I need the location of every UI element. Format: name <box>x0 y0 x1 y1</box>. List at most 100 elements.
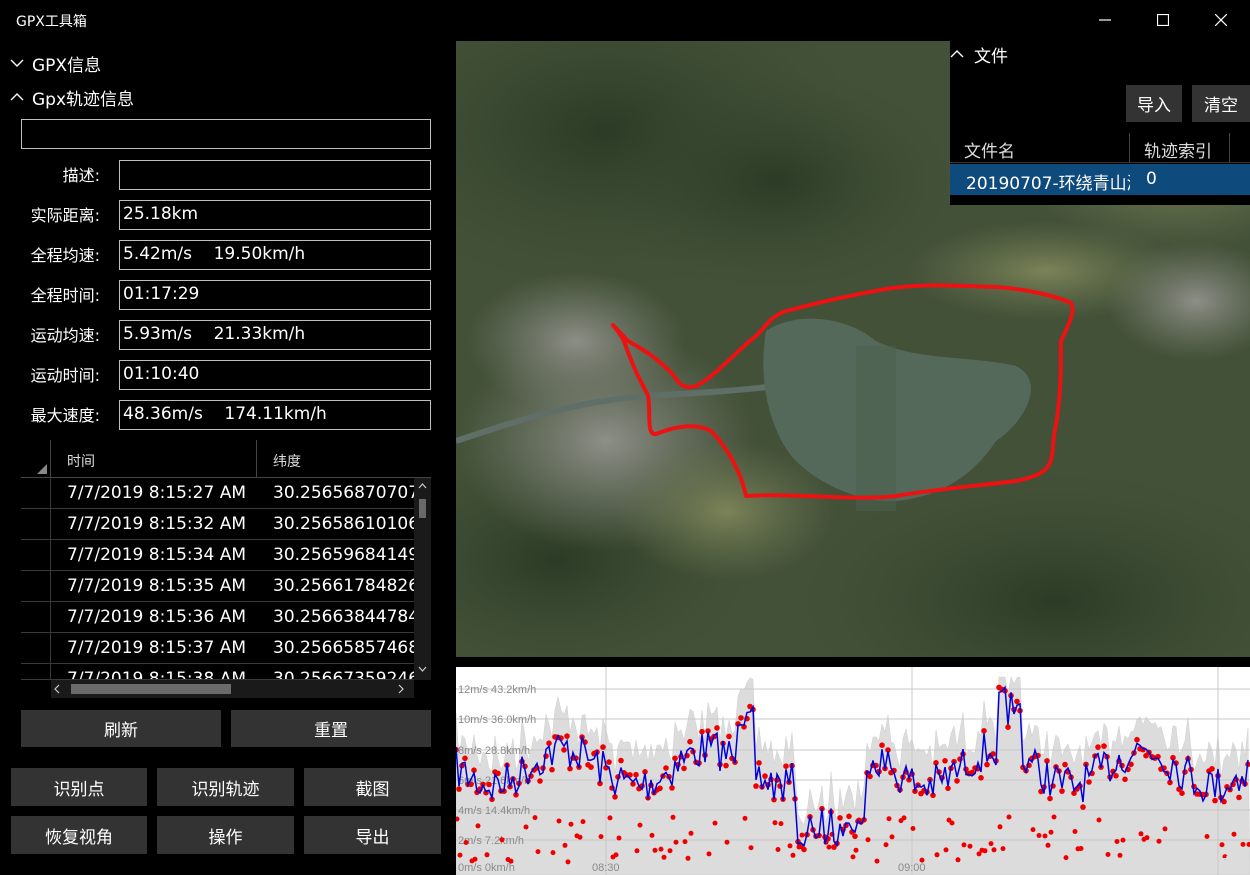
screenshot-button[interactable]: 截图 <box>304 768 441 806</box>
y-tick-label: 8m/s 28.8km/h <box>458 745 530 757</box>
speed-point <box>967 843 973 849</box>
total-time-field[interactable]: 01:17:29 <box>119 280 431 310</box>
files-expander[interactable]: 文件 <box>950 41 1008 67</box>
row-time: 7/7/2019 8:15:37 AM <box>67 638 246 658</box>
table-row[interactable]: 7/7/2019 8:15:34 AM 30.25659684149 <box>21 540 431 571</box>
y-tick-label: 4m/s 14.4km/h <box>458 805 530 817</box>
speed-point <box>1006 814 1012 820</box>
speed-point <box>778 821 784 827</box>
speed-point <box>945 785 951 792</box>
maximize-button[interactable] <box>1134 0 1192 40</box>
table-row[interactable]: 7/7/2019 8:15:35 AM 30.25661784826 <box>21 571 431 602</box>
gpx-info-expander[interactable]: GPX信息 <box>10 51 101 76</box>
distance-field[interactable]: 25.18km <box>119 200 431 230</box>
table-row[interactable]: 7/7/2019 8:15:37 AM 30.25665857468 <box>21 633 431 664</box>
track-info-expander[interactable]: Gpx轨迹信息 <box>10 85 134 110</box>
detect-track-button[interactable]: 识别轨迹 <box>157 768 294 806</box>
row-latitude: 30.25658610106 <box>273 514 420 534</box>
speed-point <box>634 848 640 854</box>
speed-point <box>457 852 463 858</box>
row-latitude: 30.25665857468 <box>273 638 420 658</box>
speed-point <box>799 832 805 838</box>
track-name-input[interactable] <box>21 119 431 149</box>
speed-point <box>919 857 925 863</box>
speed-point <box>756 760 762 766</box>
speed-point <box>955 857 961 863</box>
speed-point <box>670 814 676 820</box>
corner-triangle-icon <box>37 464 47 474</box>
speed-point <box>738 715 744 721</box>
speed-point <box>1051 814 1057 820</box>
speed-point <box>954 778 960 784</box>
speed-point <box>561 747 567 753</box>
minimize-icon <box>1099 19 1111 21</box>
select-all-corner[interactable] <box>21 440 51 478</box>
operate-button[interactable]: 操作 <box>157 816 294 854</box>
table-row[interactable]: 7/7/2019 8:15:32 AM 30.25658610106 <box>21 509 431 540</box>
export-button[interactable]: 导出 <box>304 816 441 854</box>
speed-point <box>1114 839 1120 844</box>
speed-point <box>1078 846 1084 851</box>
row-time: 7/7/2019 8:15:36 AM <box>67 607 246 627</box>
detect-points-button[interactable]: 识别点 <box>11 768 147 806</box>
speed-point <box>562 842 568 848</box>
moving-speed-field[interactable]: 5.93m/s 21.33km/h <box>119 320 431 350</box>
speed-point <box>577 834 583 840</box>
column-header-track-index[interactable]: 轨迹索引 <box>1130 133 1230 163</box>
moving-time-field[interactable]: 01:10:40 <box>119 360 431 390</box>
points-grid[interactable]: 时间 纬度 7/7/2019 8:15:27 AM 30.25656870707 … <box>21 440 431 700</box>
speed-point <box>618 757 624 764</box>
speed-point <box>463 840 469 845</box>
speed-point <box>657 785 663 792</box>
max-speed-field[interactable]: 48.36m/s 174.11km/h <box>119 400 431 430</box>
speed-point <box>1122 776 1128 783</box>
speed-point <box>712 820 718 826</box>
description-input[interactable] <box>119 160 431 190</box>
x-tick-label: 09:00 <box>898 862 926 874</box>
table-row[interactable]: 7/7/2019 8:15:38 AM 30.25667359246 <box>21 664 431 680</box>
log-toggle[interactable]: 日志 <box>1190 853 1234 873</box>
file-row[interactable]: 20190707-环绕青山湖 0 <box>950 164 1250 195</box>
speed-point <box>1105 852 1111 857</box>
minimize-button[interactable] <box>1076 0 1134 40</box>
speed-point <box>852 833 858 840</box>
speed-point <box>1047 795 1053 802</box>
speed-point <box>667 848 673 854</box>
reset-button[interactable]: 重置 <box>231 710 431 747</box>
speed-chart[interactable]: 12m/s 43.2km/h 10m/s 36.0km/h 8m/s 28.8k… <box>456 667 1250 875</box>
avg-speed-field[interactable]: 5.42m/s 19.50km/h <box>119 240 431 270</box>
speed-point <box>607 815 613 821</box>
row-time: 7/7/2019 8:15:34 AM <box>67 545 246 565</box>
speed-point <box>837 815 843 821</box>
clear-button[interactable]: 清空 <box>1192 85 1250 122</box>
speed-point <box>1204 834 1210 839</box>
speed-point <box>949 820 955 826</box>
table-row[interactable]: 7/7/2019 8:15:36 AM 30.25663844784 <box>21 602 431 633</box>
speed-point <box>867 773 873 780</box>
speed-point <box>1062 761 1068 768</box>
x-tick-label: 08:30 <box>592 862 620 874</box>
column-header-latitude[interactable]: 纬度 <box>257 440 431 478</box>
horizontal-scrollbar[interactable] <box>51 680 414 698</box>
speed-point <box>1059 788 1065 794</box>
speed-point <box>846 813 852 820</box>
max-speed-label: 最大速度: <box>30 406 100 425</box>
table-row[interactable]: 7/7/2019 8:15:27 AM 30.25656870707 <box>21 478 431 509</box>
close-button[interactable] <box>1192 0 1250 40</box>
refresh-button[interactable]: 刷新 <box>21 710 221 747</box>
speed-point <box>565 859 571 865</box>
speed-point <box>901 815 907 821</box>
column-header-filename[interactable]: 文件名 <box>950 133 1130 163</box>
restore-view-button[interactable]: 恢复视角 <box>11 816 147 854</box>
speed-point <box>726 733 732 740</box>
speed-point <box>1209 766 1215 772</box>
column-header-time[interactable]: 时间 <box>51 440 257 478</box>
speed-point <box>790 852 796 858</box>
files-header: 文件 <box>974 46 1008 67</box>
import-button[interactable]: 导入 <box>1126 85 1182 122</box>
row-time: 7/7/2019 8:15:27 AM <box>67 483 246 503</box>
vertical-scrollbar[interactable] <box>414 478 431 680</box>
speed-point <box>484 852 490 858</box>
speed-point <box>783 763 789 769</box>
row-latitude: 30.25663844784 <box>273 607 420 627</box>
